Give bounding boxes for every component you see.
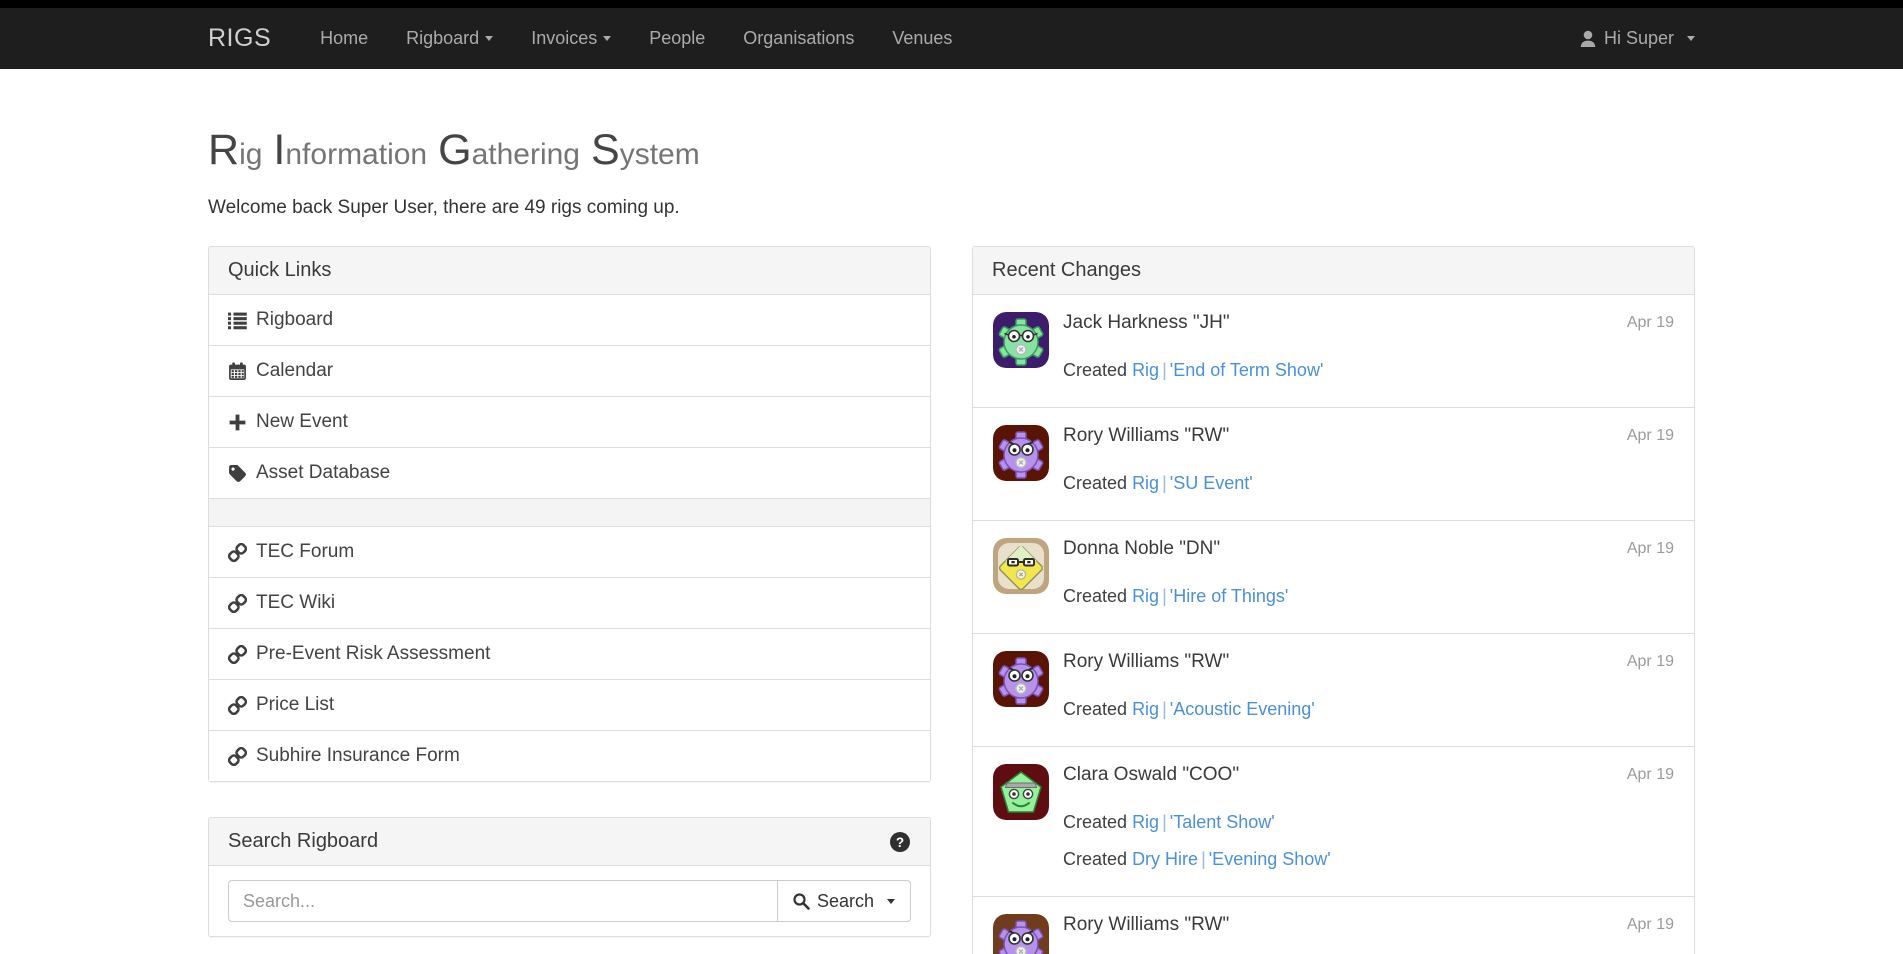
person-name: Clara Oswald "COO" bbox=[1063, 764, 1239, 786]
avatar-monster-gear-purple bbox=[993, 914, 1049, 954]
nav-item-organisations[interactable]: Organisations bbox=[724, 8, 873, 69]
activity-target-link[interactable]: 'Evening Show' bbox=[1209, 849, 1331, 869]
person-name: Donna Noble "DN" bbox=[1063, 538, 1220, 560]
change-activity: Created Rig|'Acoustic Evening' bbox=[1063, 699, 1674, 720]
quick-link-rigboard[interactable]: Rigboard bbox=[209, 295, 930, 345]
search-rigboard-panel: Search Rigboard ? Se bbox=[208, 817, 931, 937]
avatar-monster-gear-purple bbox=[993, 425, 1049, 481]
quick-link-tec-wiki[interactable]: TEC Wiki bbox=[209, 577, 930, 628]
welcome-text: Welcome back Super User, there are 49 ri… bbox=[208, 197, 1695, 219]
activity-target-link[interactable]: 'Talent Show' bbox=[1170, 812, 1275, 832]
nav-item-invoices[interactable]: Invoices bbox=[512, 8, 630, 69]
change-date: Apr 19 bbox=[1627, 540, 1674, 558]
change-activity: Created Rig|'Talent Show' bbox=[1063, 812, 1674, 833]
activity-type-link[interactable]: Dry Hire bbox=[1132, 849, 1198, 869]
link-icon bbox=[228, 543, 247, 562]
quick-links-title: Quick Links bbox=[228, 259, 331, 282]
quick-links-panel: Quick Links Rigboard bbox=[208, 246, 931, 782]
change-date: Apr 19 bbox=[1627, 653, 1674, 671]
caret-down-icon bbox=[603, 36, 611, 41]
search-icon bbox=[793, 893, 810, 910]
quick-links-separator bbox=[209, 498, 930, 526]
brand-logo[interactable]: RIGS bbox=[208, 24, 271, 53]
recent-change-item: Clara Oswald "COO" Apr 19 Created Rig|'T… bbox=[973, 746, 1694, 896]
quick-link-tec-forum[interactable]: TEC Forum bbox=[209, 526, 930, 577]
question-circle-icon[interactable]: ? bbox=[889, 831, 911, 853]
link-icon bbox=[228, 645, 247, 664]
avatar-monster-gear-purple bbox=[993, 651, 1049, 707]
quick-link-new-event[interactable]: New Event bbox=[209, 396, 930, 447]
avatar-monster-diamond-yellow bbox=[993, 538, 1049, 594]
nav-links: Home Rigboard Invoices People Organisati… bbox=[301, 8, 971, 69]
user-menu-toggle[interactable]: Hi Super bbox=[1579, 28, 1695, 49]
activity-type-link[interactable]: Rig bbox=[1132, 699, 1159, 719]
recent-changes-header: Recent Changes bbox=[973, 247, 1694, 295]
change-date: Apr 19 bbox=[1627, 314, 1674, 332]
recent-changes-feed: Jack Harkness "JH" Apr 19 Created Rig|'E… bbox=[973, 295, 1694, 954]
calendar-icon bbox=[228, 362, 247, 381]
activity-type-link[interactable]: Rig bbox=[1132, 360, 1159, 380]
activity-target-link[interactable]: 'Acoustic Evening' bbox=[1170, 699, 1315, 719]
nav-item-rigboard[interactable]: Rigboard bbox=[387, 8, 512, 69]
search-button[interactable]: Search bbox=[777, 880, 911, 922]
quick-link-calendar[interactable]: Calendar bbox=[209, 345, 930, 396]
recent-change-item: Rory Williams "RW" Apr 19 bbox=[973, 896, 1694, 954]
link-icon bbox=[228, 747, 247, 766]
quick-links-list: Rigboard bbox=[209, 295, 930, 781]
list-icon bbox=[228, 311, 247, 330]
caret-down-icon bbox=[485, 36, 493, 41]
activity-type-link[interactable]: Rig bbox=[1132, 812, 1159, 832]
avatar-monster-gear-green bbox=[993, 312, 1049, 368]
window-top-edge bbox=[0, 0, 1903, 8]
caret-down-icon bbox=[1687, 36, 1695, 41]
person-name: Rory Williams "RW" bbox=[1063, 425, 1229, 447]
change-date: Apr 19 bbox=[1627, 766, 1674, 784]
quick-link-pre-event-risk-assessment[interactable]: Pre-Event Risk Assessment bbox=[209, 628, 930, 679]
user-icon bbox=[1579, 30, 1597, 48]
recent-changes-title: Recent Changes bbox=[992, 259, 1141, 282]
search-rigboard-title: Search Rigboard bbox=[228, 830, 378, 853]
person-name: Rory Williams "RW" bbox=[1063, 914, 1229, 936]
recent-change-item: Donna Noble "DN" Apr 19 Created Rig|'Hir… bbox=[973, 520, 1694, 633]
user-greeting: Hi Super bbox=[1604, 28, 1674, 49]
nav-item-venues[interactable]: Venues bbox=[873, 8, 971, 69]
link-icon bbox=[228, 594, 247, 613]
tag-icon bbox=[228, 464, 247, 483]
recent-change-item: Jack Harkness "JH" Apr 19 Created Rig|'E… bbox=[973, 295, 1694, 407]
change-activity: Created Rig|'End of Term Show' bbox=[1063, 360, 1674, 381]
change-date: Apr 19 bbox=[1627, 916, 1674, 934]
quick-link-price-list[interactable]: Price List bbox=[209, 679, 930, 730]
avatar-monster-pentagon-green bbox=[993, 764, 1049, 820]
activity-type-link[interactable]: Rig bbox=[1132, 586, 1159, 606]
activity-target-link[interactable]: 'SU Event' bbox=[1170, 473, 1253, 493]
link-icon bbox=[228, 696, 247, 715]
nav-item-people[interactable]: People bbox=[630, 8, 724, 69]
quick-link-subhire-insurance-form[interactable]: Subhire Insurance Form bbox=[209, 730, 930, 781]
activity-type-link[interactable]: Rig bbox=[1132, 473, 1159, 493]
change-activity: Created Rig|'SU Event' bbox=[1063, 473, 1674, 494]
recent-change-item: Rory Williams "RW" Apr 19 Created Rig|'A… bbox=[973, 633, 1694, 746]
recent-change-item: Rory Williams "RW" Apr 19 Created Rig|'S… bbox=[973, 407, 1694, 520]
svg-text:?: ? bbox=[896, 834, 904, 849]
person-name: Jack Harkness "JH" bbox=[1063, 312, 1230, 334]
page-title: RigInformationGatheringSystem bbox=[208, 125, 1695, 180]
quick-link-asset-database[interactable]: Asset Database bbox=[209, 447, 930, 498]
search-input[interactable] bbox=[228, 880, 778, 922]
change-date: Apr 19 bbox=[1627, 427, 1674, 445]
change-activity: Created Dry Hire|'Evening Show' bbox=[1063, 849, 1674, 870]
navbar: RIGS Home Rigboard Invoices People Organ… bbox=[0, 8, 1903, 69]
person-name: Rory Williams "RW" bbox=[1063, 651, 1229, 673]
activity-target-link[interactable]: 'Hire of Things' bbox=[1170, 586, 1289, 606]
search-rigboard-header: Search Rigboard ? bbox=[209, 818, 930, 866]
caret-down-icon bbox=[887, 899, 895, 904]
change-activity: Created Rig|'Hire of Things' bbox=[1063, 586, 1674, 607]
quick-links-header: Quick Links bbox=[209, 247, 930, 295]
activity-target-link[interactable]: 'End of Term Show' bbox=[1170, 360, 1324, 380]
plus-icon bbox=[228, 413, 247, 432]
nav-item-home[interactable]: Home bbox=[301, 8, 387, 69]
recent-changes-panel: Recent Changes bbox=[972, 246, 1695, 954]
